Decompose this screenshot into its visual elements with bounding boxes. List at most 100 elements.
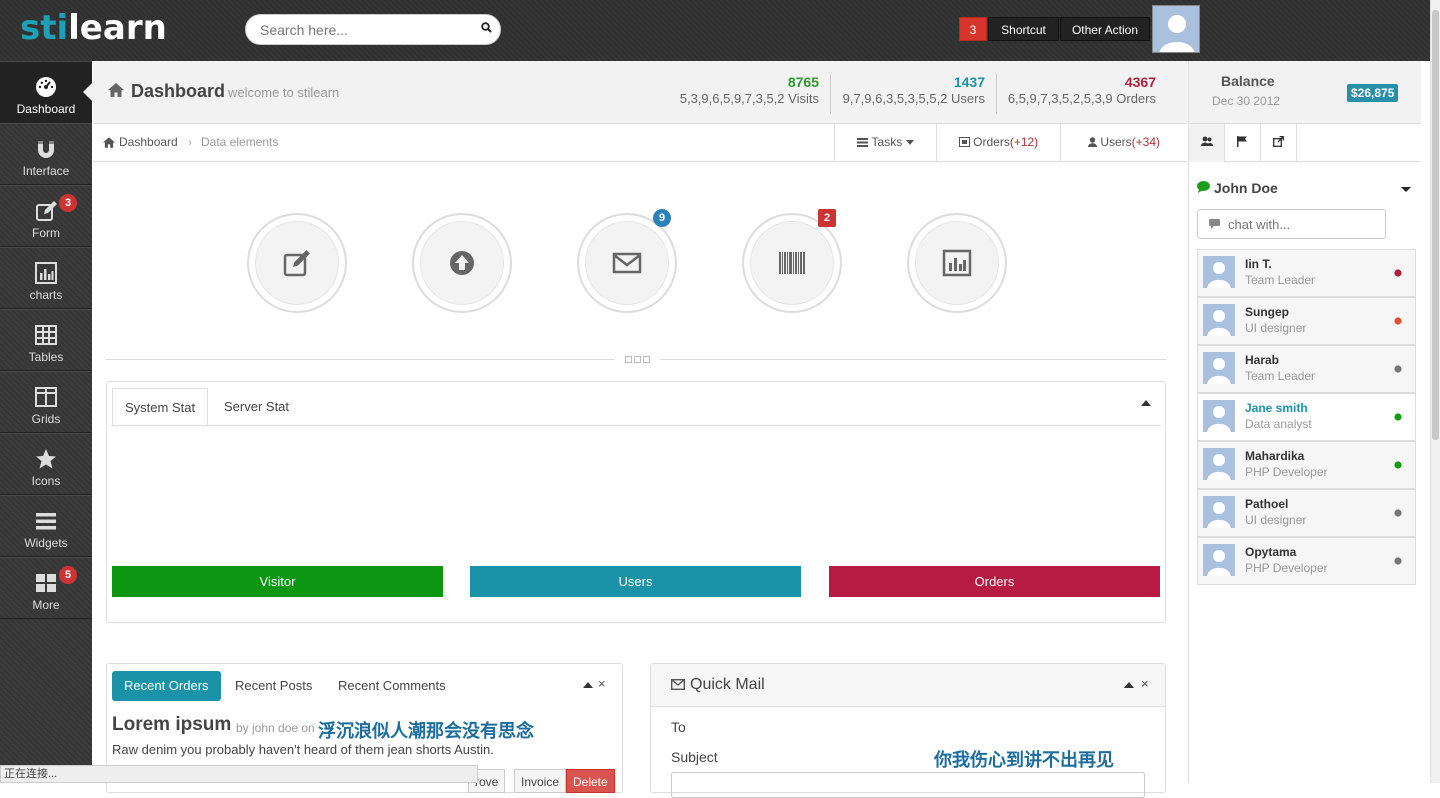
scrollbar-thumb[interactable] [1432,10,1439,440]
chat-search-input[interactable] [1197,209,1386,239]
shortcut-button[interactable]: Shortcut [988,17,1059,41]
chevron-down-icon [905,140,914,145]
contact-name: Iin T. [1245,257,1272,271]
user-avatar[interactable] [1152,5,1200,53]
sidebar-item-grids[interactable]: Grids [0,371,92,433]
sidebar-item-label: Dashboard [16,102,76,116]
form-count-badge: 3 [59,194,77,212]
sidebar-item-label: Widgets [24,536,68,550]
right-panel: Balance Dec 30 2012 $26,875 John Doe Iin… [1188,61,1421,783]
sidebar-item-icons[interactable]: Icons [0,433,92,495]
tasks-icon [857,138,869,147]
orders-button[interactable]: Orders(+12) [936,124,1060,161]
page-title: Dashboard [131,81,225,102]
visits-sparkline: 5,3,9,6,5,9,7,3,5,2 [679,91,785,106]
sidebar-item-widgets[interactable]: Widgets [0,495,92,557]
status-dot [1394,317,1402,325]
page-subtitle: welcome to stilearn [228,85,340,100]
balance-date: Dec 30 2012 [1212,94,1281,108]
post-byline: by john doe on [236,721,315,735]
orders-count: (+12) [1009,135,1039,149]
invoice-button[interactable]: Invoice [514,769,567,793]
shortcut-mail-button[interactable]: 9 [577,209,677,313]
tab-contacts[interactable] [1189,124,1225,162]
other-action-button[interactable]: Other Action [1060,17,1150,41]
shortcut-chart-button[interactable] [907,213,1007,313]
sidebar-item-form[interactable]: Form 3 [0,185,92,247]
tab-recent-comments[interactable]: Recent Comments [338,671,446,701]
contact-item[interactable]: Pathoel UI designer [1197,489,1416,537]
tab-external[interactable] [1261,124,1297,162]
breadcrumb-dashboard-link[interactable]: Dashboard [119,135,178,149]
tab-recent-orders[interactable]: Recent Orders [112,671,221,701]
sidebar-item-interface[interactable]: Interface [0,123,92,185]
post-title[interactable]: Lorem ipsum [112,714,231,736]
delete-button[interactable]: Delete [566,769,615,793]
page-title-text: Dashboard [131,81,226,101]
contact-item[interactable]: Jane smith Data analyst [1197,393,1416,441]
orders-sparkline: 6,5,9,7,3,5,2,5,3,9 [1007,91,1113,106]
search-icon[interactable] [481,22,492,33]
contact-role: Team Leader [1245,273,1316,287]
shortcut-upload-button[interactable] [412,213,512,313]
users-label: Users [951,91,985,106]
visitor-bar[interactable]: Visitor [112,566,443,597]
sidebar: Dashboard Interface Form 3 charts Tables… [0,61,92,783]
tab-server-stat[interactable]: Server Stat [212,388,301,426]
contact-role: Team Leader [1245,369,1316,383]
post-text: Raw denim you probably haven't heard of … [112,742,494,757]
contact-name: Opytama [1245,545,1297,559]
tasks-dropdown[interactable]: Tasks [834,124,936,161]
close-icon[interactable]: × [1141,676,1149,691]
sidebar-item-tables[interactable]: Tables [0,309,92,371]
search-input[interactable] [245,14,501,45]
users-button-label: Users [1100,135,1132,149]
chat-user-name[interactable]: John Doe [1214,180,1278,196]
contact-avatar [1203,400,1235,432]
users-sparkline: 9,7,9,6,3,5,3,5,5,2 [842,91,948,106]
shortcut-edit-button[interactable] [247,213,347,313]
app-logo[interactable]: stilearn [20,8,167,48]
flag-icon [1237,136,1247,147]
sidebar-item-label: More [32,598,60,612]
contact-avatar [1203,544,1235,576]
home-icon [108,83,124,97]
contact-item[interactable]: Iin T. Team Leader [1197,249,1416,297]
contact-role: PHP Developer [1245,465,1328,479]
subject-input[interactable] [671,772,1145,798]
chevron-down-icon[interactable] [1401,187,1411,192]
video-overlay-text: 你我伤心到讲不出再见 [934,750,1114,771]
status-dot [1394,509,1402,517]
sidebar-item-more[interactable]: More 5 [0,557,92,619]
contact-item[interactable]: Opytama PHP Developer [1197,537,1416,585]
contact-item[interactable]: Sungep UI designer [1197,297,1416,345]
users-bar[interactable]: Users [470,566,801,597]
sidebar-item-label: Icons [31,474,61,488]
sidebar-item-label: Grids [31,412,61,426]
tab-system-stat[interactable]: System Stat [112,388,209,426]
more-count-badge: 5 [59,566,77,584]
table-icon [35,324,57,346]
shortcut-barcode-button[interactable]: 2 [742,209,842,313]
contact-name: Sungep [1245,305,1289,319]
sidebar-item-dashboard[interactable]: Dashboard [0,61,92,123]
orders-bar[interactable]: Orders [829,566,1160,597]
contact-role: UI designer [1245,321,1307,335]
collapse-icon[interactable] [1124,682,1134,688]
magnet-icon [35,138,57,160]
contact-item[interactable]: Harab Team Leader [1197,345,1416,393]
close-icon[interactable]: × [598,676,606,691]
tab-recent-posts[interactable]: Recent Posts [235,671,312,701]
top-bar: stilearn 3 Shortcut Other Action [0,0,1440,61]
contact-avatar [1203,352,1235,384]
notification-count-badge[interactable]: 3 [959,17,987,41]
users-button[interactable]: Users(+34) [1060,124,1187,161]
breadcrumb-separator: › [188,135,192,149]
collapse-icon[interactable] [583,682,593,688]
contact-item[interactable]: Mahardika PHP Developer [1197,441,1416,489]
sidebar-item-charts[interactable]: charts [0,247,92,309]
collapse-icon[interactable] [1141,400,1151,406]
page-header: Dashboard welcome to stilearn 8765 5,3,9… [93,61,1187,124]
status-dot [1394,365,1402,373]
tab-flags[interactable] [1225,124,1261,162]
